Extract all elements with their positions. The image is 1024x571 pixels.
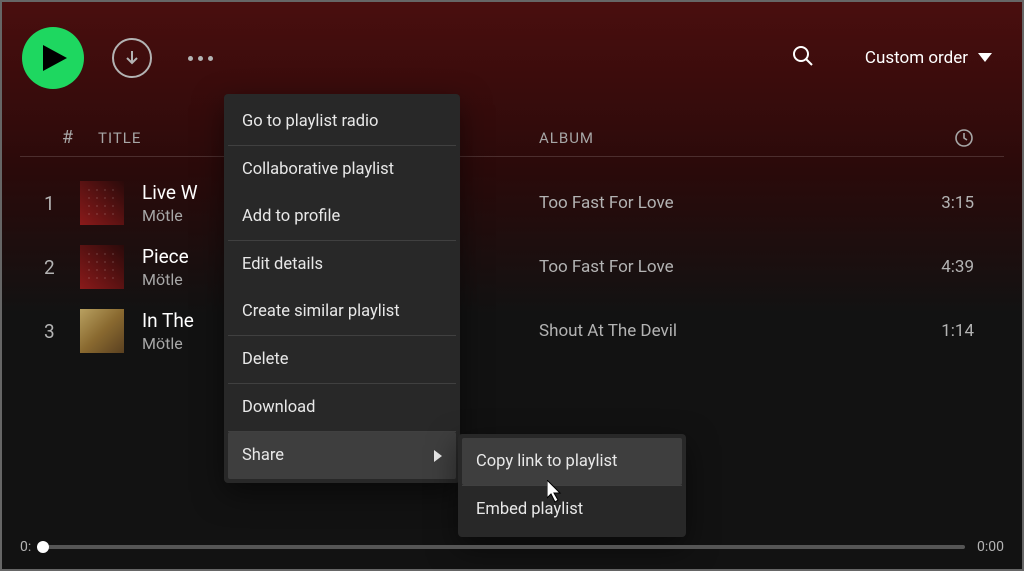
play-button[interactable] xyxy=(22,27,84,89)
track-album: Too Fast For Love xyxy=(539,257,894,277)
album-art xyxy=(80,309,124,353)
clock-icon xyxy=(954,128,974,148)
dot-icon xyxy=(188,56,193,61)
track-album: Too Fast For Love xyxy=(539,193,894,213)
menu-item-share[interactable]: Share xyxy=(228,432,456,479)
chevron-down-icon xyxy=(978,53,992,63)
playback-thumb[interactable] xyxy=(37,541,49,553)
sort-dropdown[interactable]: Custom order xyxy=(865,48,992,68)
menu-item-delete[interactable]: Delete xyxy=(228,336,456,383)
download-icon xyxy=(123,49,141,67)
column-header-duration xyxy=(894,128,974,148)
playback-progress[interactable] xyxy=(43,545,965,549)
track-number: 1 xyxy=(44,192,80,215)
track-duration: 3:15 xyxy=(894,193,974,213)
menu-item-edit-details[interactable]: Edit details xyxy=(228,241,456,288)
menu-item-playlist-radio[interactable]: Go to playlist radio xyxy=(228,98,456,145)
column-header-number: # xyxy=(62,127,98,148)
menu-item-add-to-profile[interactable]: Add to profile xyxy=(228,193,456,240)
menu-item-collaborative[interactable]: Collaborative playlist xyxy=(228,146,456,193)
playback-total-time: 0:00 xyxy=(977,539,1004,555)
toolbar: Custom order xyxy=(2,2,1022,109)
track-duration: 1:14 xyxy=(894,321,974,341)
menu-item-create-similar[interactable]: Create similar playlist xyxy=(228,288,456,335)
share-submenu: Copy link to playlist Embed playlist xyxy=(458,434,686,537)
track-number: 3 xyxy=(44,320,80,343)
search-icon xyxy=(791,44,815,68)
dot-icon xyxy=(208,56,213,61)
submenu-item-embed[interactable]: Embed playlist xyxy=(462,486,682,533)
search-button[interactable] xyxy=(791,44,815,72)
track-duration: 4:39 xyxy=(894,257,974,277)
download-button[interactable] xyxy=(112,38,152,78)
play-icon xyxy=(43,45,67,71)
track-list: 1 Live W Mötle Too Fast For Love 3:15 2 … xyxy=(2,157,1022,363)
track-row[interactable]: 3 In The Mötle Shout At The Devil 1:14 xyxy=(20,299,1004,363)
dot-icon xyxy=(198,56,203,61)
menu-item-download[interactable]: Download xyxy=(228,384,456,431)
playback-current-time: 0: xyxy=(20,539,31,555)
track-album: Shout At The Devil xyxy=(539,321,894,341)
sort-label: Custom order xyxy=(865,48,968,68)
track-row[interactable]: 2 Piece Mötle Too Fast For Love 4:39 xyxy=(20,235,1004,299)
track-row[interactable]: 1 Live W Mötle Too Fast For Love 3:15 xyxy=(20,171,1004,235)
chevron-right-icon xyxy=(434,450,442,462)
track-number: 2 xyxy=(44,256,80,279)
album-art xyxy=(80,181,124,225)
menu-item-label: Share xyxy=(242,446,284,465)
column-header-album: ALBUM xyxy=(539,129,894,147)
column-header-row: # TITLE ALBUM xyxy=(20,119,1004,157)
submenu-item-copy-link[interactable]: Copy link to playlist xyxy=(462,438,682,485)
context-menu: Go to playlist radio Collaborative playl… xyxy=(224,94,460,483)
more-options-button[interactable] xyxy=(180,48,221,69)
album-art xyxy=(80,245,124,289)
playback-bar: 0: 0:00 xyxy=(20,539,1004,555)
